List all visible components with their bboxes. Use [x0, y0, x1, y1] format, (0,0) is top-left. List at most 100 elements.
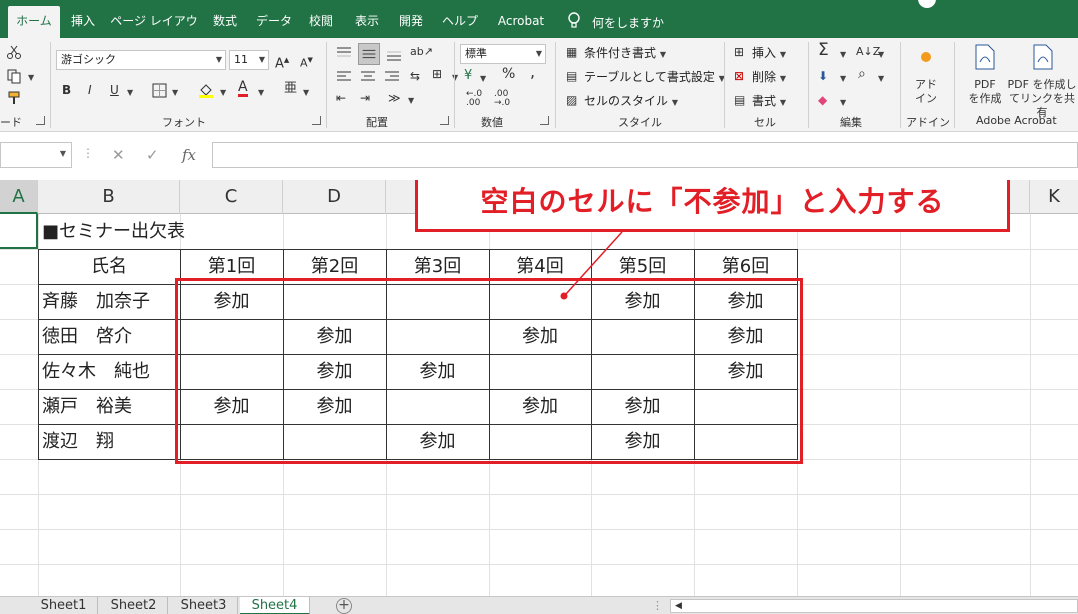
enter-icon[interactable]: ✓ [146, 146, 159, 164]
format-cells-icon[interactable]: ▤ [734, 92, 745, 108]
text-direction-dropdown-icon[interactable]: ▼ [408, 93, 414, 109]
number-format-select[interactable]: 標準 ▼ [460, 44, 546, 64]
addin-icon[interactable] [921, 52, 931, 62]
sort-filter-dropdown-icon[interactable]: ▼ [878, 47, 884, 63]
font-name-select[interactable]: 游ゴシック ▼ [56, 50, 226, 70]
font-color-dropdown-icon[interactable]: ▼ [258, 85, 264, 101]
sheet-title[interactable]: ■セミナー出欠表 [42, 214, 185, 249]
decrease-indent-icon[interactable]: ⇤ [336, 90, 346, 106]
fill-color-icon[interactable] [198, 82, 214, 98]
tell-me-search[interactable]: 何をしますか [592, 14, 664, 31]
copy-dropdown-icon[interactable]: ▼ [28, 70, 34, 86]
tab-formulas[interactable]: 数式 [206, 8, 244, 38]
column-header-d[interactable]: D [283, 180, 386, 214]
bold-icon[interactable]: B [62, 82, 71, 98]
font-grow-icon[interactable]: A▲ [275, 52, 289, 72]
account-icon[interactable] [918, 0, 936, 8]
worksheet-grid[interactable]: A B C D E F G H I J K ■セミナー出欠表 [0, 180, 1078, 596]
conditional-format-button[interactable]: 条件付き書式 ▼ [584, 44, 666, 61]
clear-dropdown-icon[interactable]: ▼ [840, 95, 846, 111]
delete-cells-icon[interactable]: ⊠ [734, 68, 744, 84]
border-dropdown-icon[interactable]: ▼ [172, 85, 178, 101]
addin-button[interactable]: アド イン [912, 78, 940, 106]
alignment-launcher-icon[interactable] [440, 116, 449, 125]
number-launcher-icon[interactable] [540, 116, 549, 125]
text-direction-icon[interactable]: ≫ [388, 90, 401, 106]
attendee-name-cell[interactable]: 佐々木 純也 [38, 354, 180, 389]
sheet-tab[interactable]: Sheet1 [30, 597, 98, 614]
delete-cells-button[interactable]: 削除 ▼ [752, 68, 786, 85]
tab-data[interactable]: データ [250, 8, 298, 38]
percent-icon[interactable]: % [502, 66, 515, 82]
font-launcher-icon[interactable] [312, 116, 321, 125]
sheet-tab[interactable]: Sheet3 [170, 597, 238, 614]
tab-page-layout[interactable]: ページ レイアウト [108, 8, 200, 54]
tab-view[interactable]: 表示 [348, 8, 386, 38]
fill-color-dropdown-icon[interactable]: ▼ [220, 85, 226, 101]
tab-help[interactable]: ヘルプ [436, 8, 484, 38]
name-box[interactable]: ▼ [0, 142, 72, 168]
format-as-table-button[interactable]: テーブルとして書式設定 ▼ [584, 68, 725, 85]
conditional-format-icon[interactable]: ▦ [566, 44, 577, 60]
add-sheet-icon[interactable]: + [336, 598, 352, 614]
align-bottom-icon[interactable] [386, 46, 402, 62]
align-right-icon[interactable] [384, 70, 400, 84]
currency-dropdown-icon[interactable]: ▼ [480, 71, 486, 87]
cell-styles-icon[interactable]: ▨ [566, 92, 577, 108]
attendee-name-cell[interactable]: 瀬戸 裕美 [38, 389, 180, 424]
fill-down-icon[interactable]: ⬇ [818, 68, 828, 84]
tab-split-handle[interactable]: ⋮ [652, 599, 663, 612]
find-select-icon[interactable]: ⌕ [858, 66, 866, 82]
column-header-k[interactable]: K [1030, 180, 1078, 214]
tab-review[interactable]: 校閲 [302, 8, 340, 38]
format-cells-button[interactable]: 書式 ▼ [752, 92, 786, 109]
sort-filter-icon[interactable]: A↓Z [856, 44, 880, 60]
scroll-left-icon[interactable]: ◀ [675, 601, 682, 611]
format-as-table-icon[interactable]: ▤ [566, 68, 577, 84]
format-painter-icon[interactable] [6, 90, 22, 106]
align-top-icon[interactable] [336, 46, 352, 62]
cut-icon[interactable] [6, 44, 22, 60]
increase-indent-icon[interactable]: ⇥ [360, 90, 370, 106]
cell-styles-button[interactable]: セルのスタイル ▼ [584, 92, 678, 109]
attendee-name-cell[interactable]: 徳田 啓介 [38, 319, 180, 354]
merge-center-icon[interactable]: ⊞ [432, 66, 442, 82]
align-middle-icon[interactable] [358, 43, 380, 65]
tab-acrobat[interactable]: Acrobat [490, 8, 552, 38]
horizontal-scrollbar[interactable]: ◀ [670, 599, 1078, 613]
tab-insert[interactable]: 挿入 [64, 8, 102, 38]
phonetic-dropdown-icon[interactable]: ▼ [303, 85, 309, 101]
clipboard-launcher-icon[interactable] [36, 116, 45, 125]
increase-decimal-icon[interactable]: ←.0.00 [466, 90, 482, 108]
align-center-icon[interactable] [360, 70, 376, 84]
insert-cells-icon[interactable]: ⊞ [734, 44, 744, 60]
create-pdf-button[interactable]: PDF を作成 [962, 78, 1008, 106]
font-color-icon[interactable]: A [238, 80, 248, 97]
merge-dropdown-icon[interactable]: ▼ [452, 70, 458, 86]
insert-cells-button[interactable]: 挿入 ▼ [752, 44, 786, 61]
comma-icon[interactable]: , [530, 64, 535, 80]
wrap-text-icon[interactable]: ⇆ [410, 68, 420, 84]
orientation-icon[interactable]: ab↗ [410, 44, 433, 60]
clear-icon[interactable]: ◆ [818, 92, 827, 108]
column-header-c[interactable]: C [180, 180, 283, 214]
underline-dropdown-icon[interactable]: ▼ [127, 85, 133, 101]
table-header-name[interactable]: 氏名 [38, 249, 180, 284]
font-size-select[interactable]: 11 ▼ [229, 50, 269, 70]
share-pdf-icon[interactable] [1032, 44, 1054, 70]
cancel-icon[interactable]: ✕ [112, 146, 125, 164]
attendee-name-cell[interactable]: 斉藤 加奈子 [38, 284, 180, 319]
fx-icon[interactable]: fx [182, 146, 196, 164]
border-icon[interactable] [152, 83, 167, 98]
align-left-icon[interactable] [336, 70, 352, 84]
column-header-b[interactable]: B [38, 180, 180, 214]
attendee-name-cell[interactable]: 渡辺 翔 [38, 424, 180, 459]
sheet-tab[interactable]: Sheet2 [100, 597, 168, 614]
sheet-tab-active[interactable]: Sheet4 [240, 597, 310, 614]
font-shrink-icon[interactable]: A▼ [300, 52, 313, 72]
tab-home[interactable]: ホーム [8, 6, 60, 38]
autosum-dropdown-icon[interactable]: ▼ [840, 47, 846, 63]
column-header-a[interactable]: A [0, 180, 38, 214]
italic-icon[interactable]: I [88, 82, 92, 98]
formula-input[interactable] [212, 142, 1078, 168]
